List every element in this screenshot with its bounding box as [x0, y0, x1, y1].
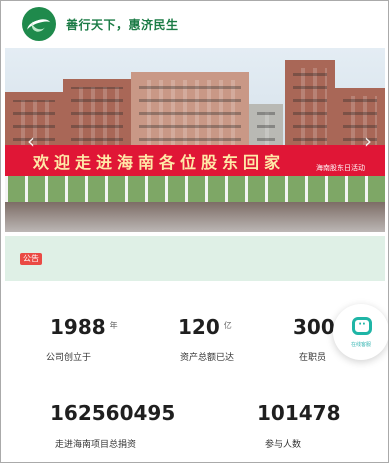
total-assets-value: 120 亿 — [178, 315, 232, 339]
carousel-next-arrow-icon[interactable]: › — [362, 131, 374, 151]
stat-value-text: 120 — [178, 315, 220, 339]
carousel-prev-arrow-icon[interactable]: ‹ — [25, 131, 37, 151]
founded-year-label: 公司创立于 — [46, 353, 92, 363]
stat-value-text: 1988 — [50, 315, 106, 339]
founded-year-value: 1988 年 — [50, 315, 118, 339]
company-slogan: 善行天下，惠济民生 — [66, 17, 179, 32]
welcome-banner: 欢迎走进海南各位股东回家 海南股东日活动 — [5, 145, 385, 176]
chat-label: 在线客服 — [350, 342, 371, 348]
stat-unit: 亿 — [223, 321, 232, 330]
banner-ground — [5, 202, 385, 232]
stat-unit: 年 — [109, 321, 118, 330]
welcome-banner-text: 欢迎走进海南各位股东回家 — [33, 152, 286, 172]
online-service-button[interactable]: ·· 在线客服 — [333, 304, 389, 360]
app-header: 善行天下，惠济民生 — [0, 0, 389, 48]
donation-total-label: 走进海南项目总捐资 — [55, 440, 137, 450]
employees-value: 300 — [293, 315, 335, 339]
notice-tag: 公告 — [20, 253, 42, 265]
company-logo[interactable] — [22, 7, 56, 41]
chat-bubble-icon: ·· — [352, 317, 372, 335]
total-assets-label: 资产总额已达 — [180, 353, 235, 363]
participants-value: 101478 — [257, 401, 341, 425]
donation-total-value: 162560495 — [50, 401, 176, 425]
participants-label: 参与人数 — [265, 440, 302, 450]
hero-banner[interactable]: 欢迎走进海南各位股东回家 海南股东日活动 ‹ › — [5, 48, 385, 232]
banner-fence — [5, 176, 385, 204]
welcome-banner-small-text: 海南股东日活动 — [316, 164, 365, 172]
notice-bar[interactable]: 公告 — [5, 236, 385, 281]
employees-label: 在职员 — [299, 353, 327, 363]
